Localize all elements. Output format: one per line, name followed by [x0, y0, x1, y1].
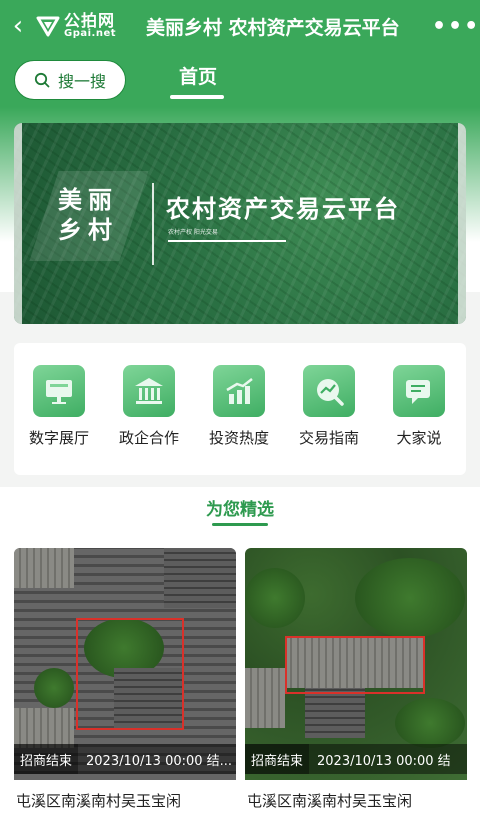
chat-bubble-icon: [406, 380, 430, 404]
listing-info-bar: 招商结束 2023/10/13 00:00 结: [245, 744, 467, 774]
listing-card[interactable]: 招商结束 2023/10/13 00:00 结... 屯溪区南溪南村吴玉宝闲: [14, 548, 236, 813]
listing-photo: 招商结束 2023/10/13 00:00 结...: [14, 548, 236, 780]
banner-next-peek: [458, 123, 466, 324]
tab-home[interactable]: 首页: [168, 62, 228, 98]
menu-label: 数字展厅: [28, 429, 89, 447]
monitor-icon: [46, 380, 72, 404]
listing-date: 2023/10/13 00:00 结...: [86, 753, 233, 769]
status-badge: 招商结束: [14, 744, 79, 774]
featured-section: 为您精选 招商结束 2023/10/13 00:00 结... 屯溪区南溪南村吴…: [0, 487, 480, 813]
government-building-icon: [135, 378, 163, 404]
banner-underline: [168, 240, 286, 242]
menu-item-gov-cooperation[interactable]: 政企合作: [104, 343, 194, 475]
menu-item-discussion[interactable]: 大家说: [374, 343, 464, 475]
menu-label: 大家说: [396, 429, 442, 447]
tab-home-indicator: [170, 95, 224, 99]
logo-text-en: Gpai.net: [64, 28, 117, 39]
menu-item-digital-showroom[interactable]: 数字展厅: [14, 343, 104, 475]
listing-title: 屯溪区南溪南村吴玉宝闲: [16, 792, 182, 810]
listing-info-bar: 招商结束 2023/10/13 00:00 结...: [14, 744, 236, 774]
listing-date: 2023/10/13 00:00 结: [317, 753, 451, 769]
more-options-icon[interactable]: •••: [432, 14, 480, 39]
menu-label: 投资热度: [208, 429, 269, 447]
menu-item-trade-guide[interactable]: 交易指南: [284, 343, 374, 475]
listing-photo: 招商结束 2023/10/13 00:00 结: [245, 548, 467, 780]
listing-card[interactable]: 招商结束 2023/10/13 00:00 结 屯溪区南溪南村吴玉宝闲: [245, 548, 467, 813]
hero-banner[interactable]: 美丽乡村 农村资产交易云平台 农村产权 阳光交易: [14, 123, 466, 324]
gpai-logo-mark-icon: [36, 16, 60, 37]
listing-title: 屯溪区南溪南村吴玉宝闲: [247, 792, 413, 810]
banner-divider: [152, 183, 154, 265]
top-bar: ‹ 公拍网 Gpai.net 美丽乡村 农村资产交易云平台 •••: [0, 0, 480, 52]
banner-title: 农村资产交易云平台: [166, 195, 400, 223]
logo-text-cn: 公拍网: [64, 11, 116, 30]
chart-magnifier-icon: [317, 379, 344, 406]
gpai-logo: 公拍网 Gpai.net: [36, 13, 136, 39]
quick-menu: 数字展厅 政企合作 投资热度 交易指南 大家说: [14, 343, 466, 475]
search-button-label: 搜一搜: [57, 72, 106, 91]
menu-label: 交易指南: [298, 429, 359, 447]
page-title: 美丽乡村 农村资产交易云平台: [146, 16, 400, 39]
banner-slogan: 美丽乡村: [58, 185, 118, 244]
banner-subtitle: 农村产权 阳光交易: [168, 229, 218, 236]
bar-chart-icon: [226, 378, 253, 404]
status-badge: 招商结束: [245, 744, 310, 774]
back-arrow-icon[interactable]: ‹: [0, 0, 36, 52]
search-button[interactable]: 搜一搜: [14, 60, 126, 100]
section-title-underline: [212, 523, 268, 526]
menu-label: 政企合作: [118, 429, 179, 447]
menu-item-investment-heat[interactable]: 投资热度: [194, 343, 284, 475]
search-icon: [34, 72, 50, 88]
banner-prev-peek: [14, 123, 22, 324]
section-title: 为您精选: [206, 500, 274, 520]
